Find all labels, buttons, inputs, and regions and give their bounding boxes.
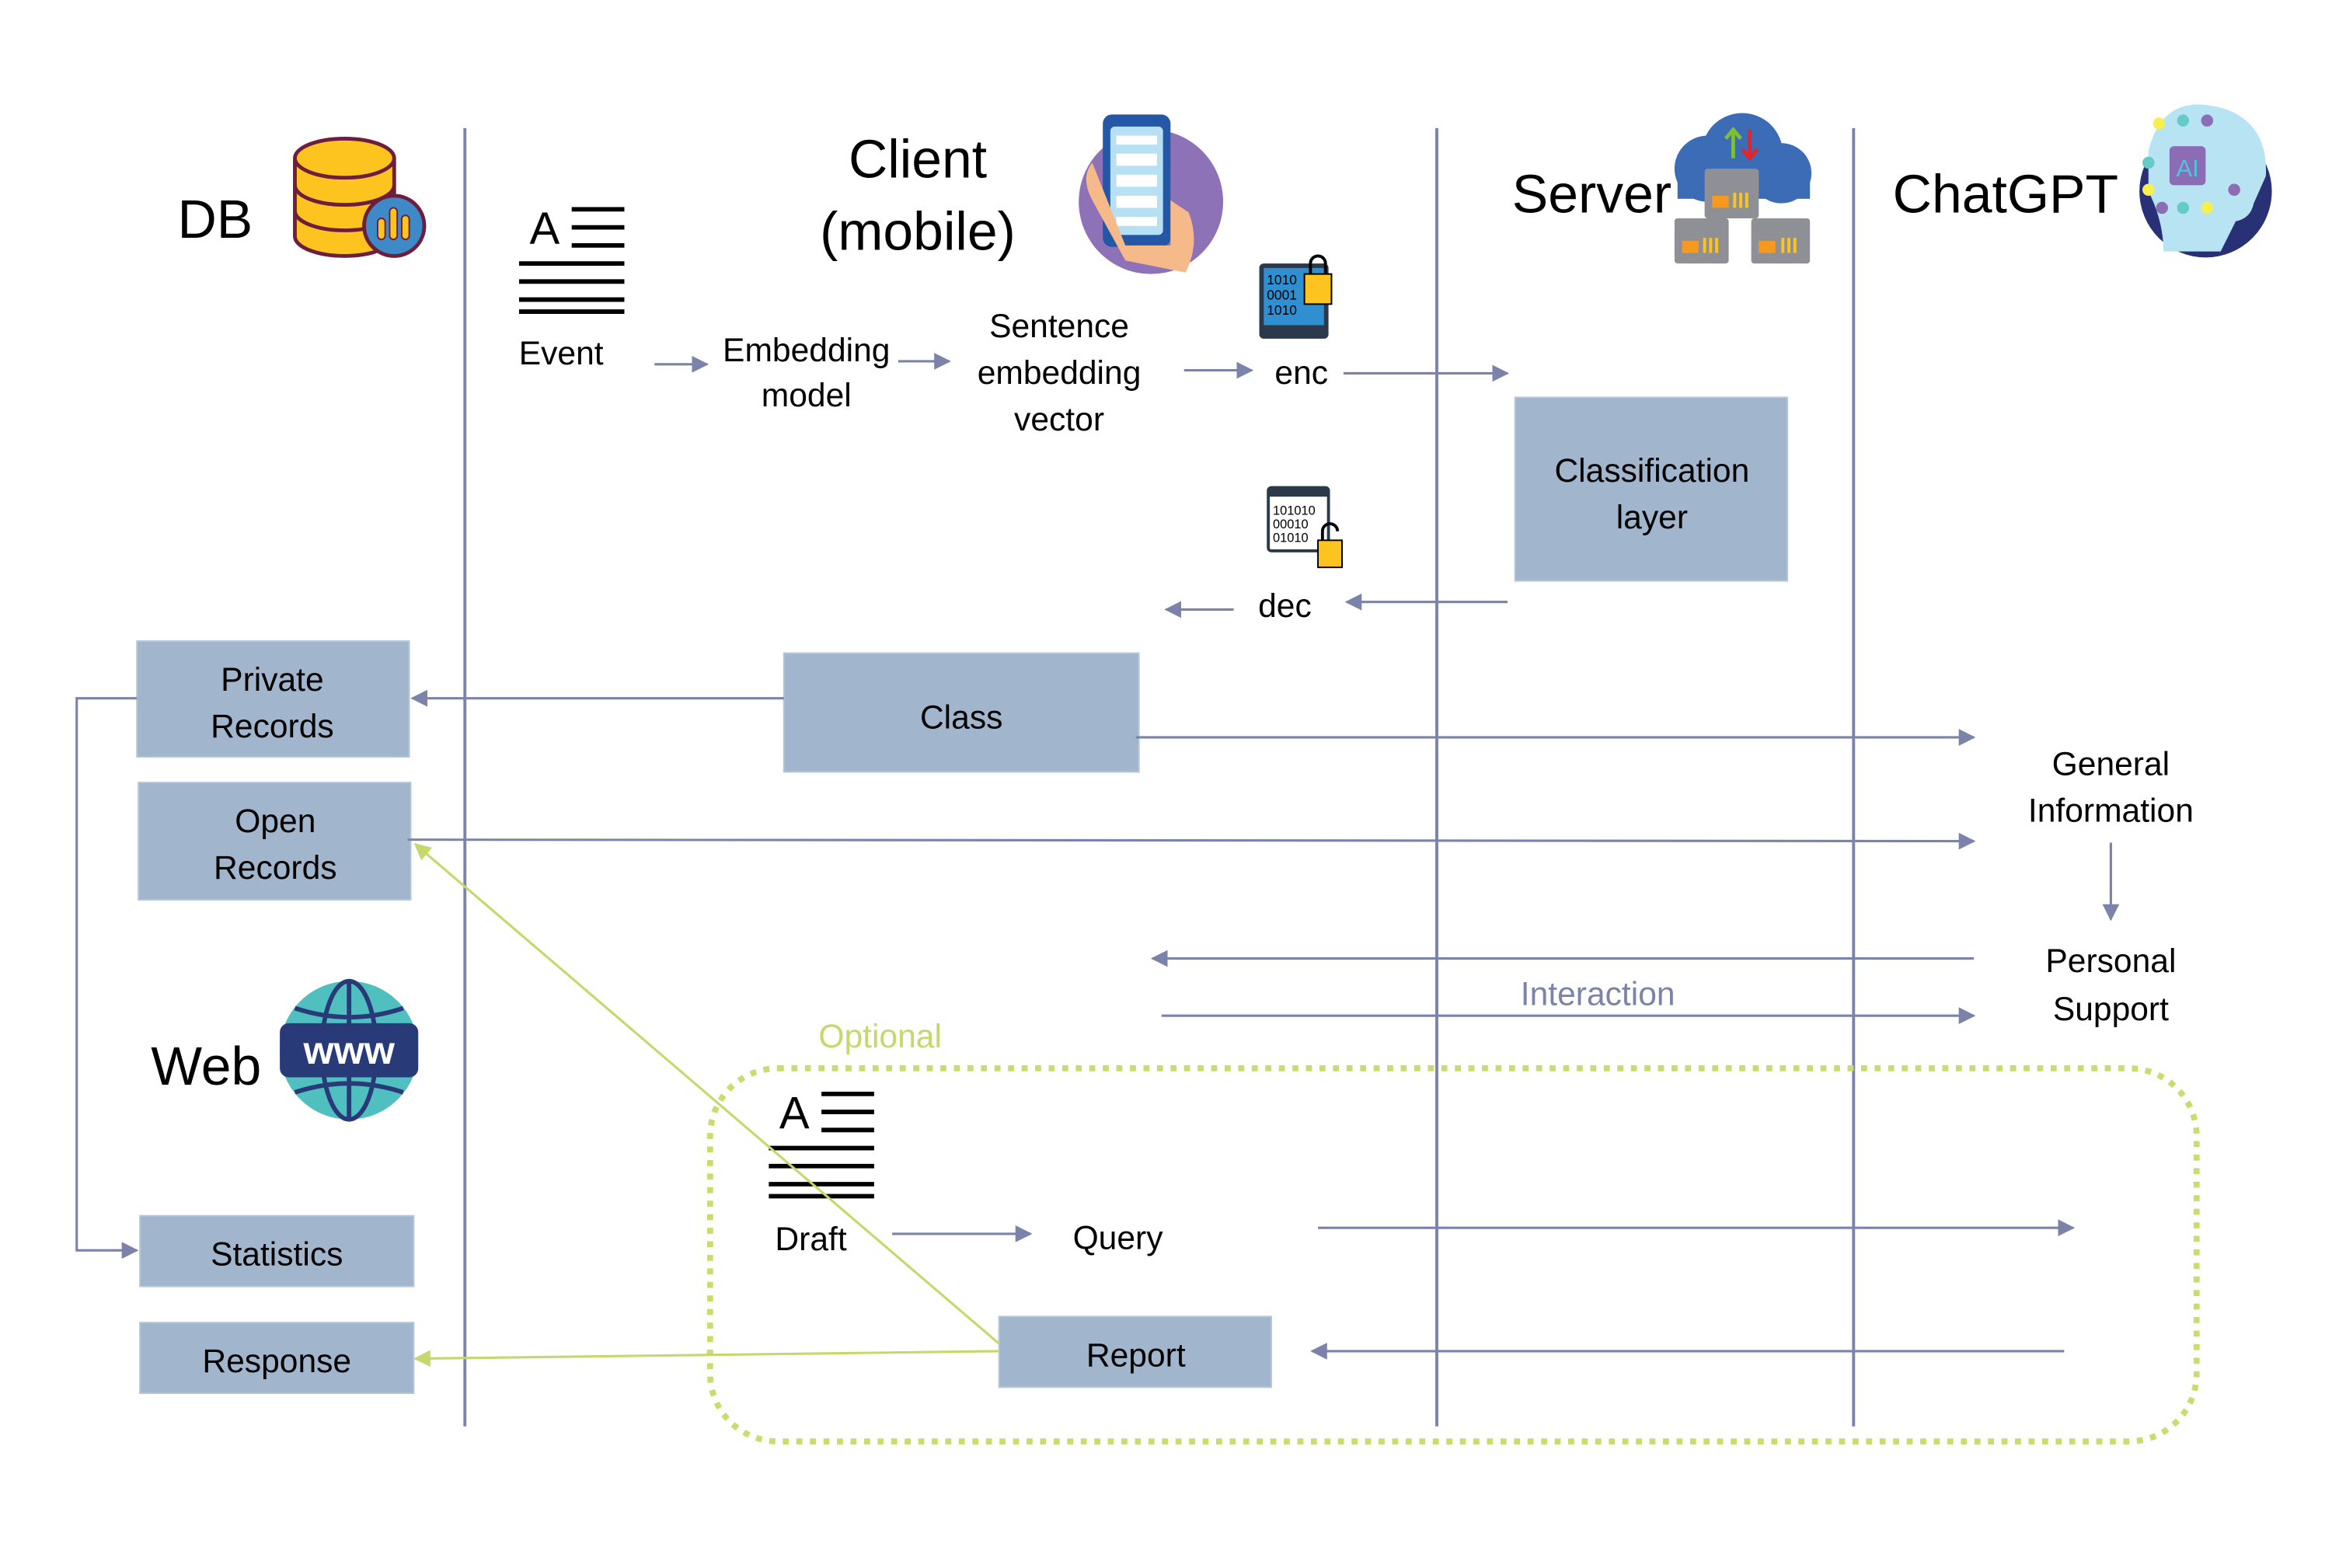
draft-label: Draft	[775, 1221, 846, 1258]
arrow-open-to-general	[407, 832, 1976, 850]
dec-label: dec	[1258, 587, 1312, 625]
classification-label-line2: layer	[1616, 499, 1688, 536]
report-label: Report	[1086, 1336, 1186, 1374]
arrow-private-to-statistics	[75, 697, 139, 1260]
personal-support-line1: Personal	[2045, 943, 2176, 980]
encrypt-icon: 1010 0001 1010	[1259, 254, 1333, 339]
dec-code-line: 101010	[1273, 504, 1316, 517]
enc-code-line: 0001	[1267, 287, 1297, 303]
web-title: Web	[151, 1036, 261, 1096]
embedding-label-line2: model	[762, 377, 852, 414]
sentence-label-line3: vector	[1014, 401, 1104, 438]
document-icon: A	[518, 204, 625, 314]
decrypt-icon: 101010 00010 01010	[1267, 486, 1343, 569]
ai-brain-icon: AI	[2139, 104, 2272, 258]
globe-www-icon: www	[280, 978, 419, 1122]
mobile-phone-icon	[1079, 114, 1224, 274]
architecture-diagram: DB Client (mobile) Server ChatGPT AI Web…	[75, 104, 2272, 1444]
open-records-line1: Open	[235, 803, 315, 840]
general-info-line1: General	[2052, 745, 2170, 782]
private-records-line1: Private	[221, 661, 324, 699]
client-title-line1: Client	[849, 129, 987, 190]
embedding-label-line1: Embedding	[723, 332, 890, 369]
query-label: Query	[1073, 1219, 1164, 1256]
event-label: Event	[519, 335, 604, 372]
server-title: Server	[1512, 163, 1671, 224]
private-records-line2: Records	[211, 708, 334, 745]
svg-text:A: A	[530, 204, 560, 254]
sentence-label-line1: Sentence	[989, 308, 1129, 345]
draft-document-icon: A	[769, 1088, 874, 1199]
statistics-label: Statistics	[211, 1236, 343, 1274]
www-icon-text: www	[302, 1028, 395, 1072]
dec-code-line: 00010	[1273, 517, 1309, 531]
enc-code-line: 1010	[1267, 272, 1297, 287]
interaction-label: Interaction	[1521, 976, 1675, 1013]
database-icon	[293, 136, 427, 258]
ai-icon-text: AI	[2176, 155, 2198, 182]
general-info-line2: Information	[2028, 792, 2194, 829]
enc-label: enc	[1274, 354, 1328, 392]
optional-label: Optional	[818, 1018, 942, 1055]
svg-text:A: A	[779, 1088, 810, 1138]
personal-support-line2: Support	[2053, 991, 2169, 1028]
optional-region	[706, 1065, 2200, 1444]
open-records-line2: Records	[214, 849, 337, 887]
chatgpt-title: ChatGPT	[1893, 163, 2118, 224]
dec-code-line: 01010	[1273, 531, 1309, 545]
cloud-server-icon	[1674, 113, 1812, 264]
db-title: DB	[177, 189, 253, 249]
sentence-label-line2: embedding	[978, 354, 1142, 392]
enc-code-line: 1010	[1267, 302, 1297, 318]
response-label: Response	[202, 1343, 351, 1380]
classification-label-line1: Classification	[1554, 452, 1749, 490]
client-title-line2: (mobile)	[820, 201, 1016, 262]
class-label: Class	[920, 699, 1002, 736]
